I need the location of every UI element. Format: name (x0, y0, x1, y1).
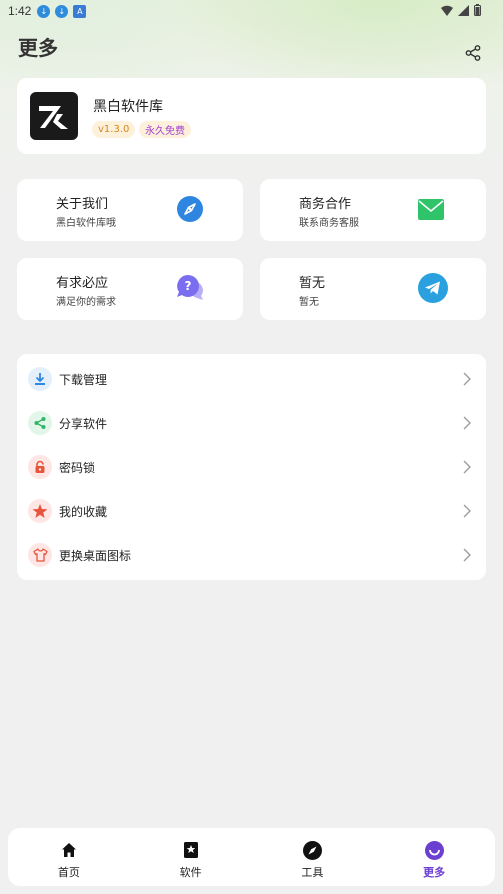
star-icon (28, 499, 52, 523)
tile-subtitle: 暂无 (299, 297, 319, 308)
tile-subtitle: 黑白软件库哦 (56, 218, 116, 229)
shirt-icon (28, 543, 52, 567)
svg-text:?: ? (185, 279, 192, 293)
chevron-right-icon (463, 416, 471, 430)
tile-title: 有求必应 (56, 276, 109, 291)
tab-more[interactable]: 更多 (373, 828, 495, 886)
app-profile-card[interactable]: 黑白软件库 v1.3.0 永久免费 (17, 78, 486, 154)
mail-icon (418, 199, 444, 220)
wifi-icon (441, 5, 453, 16)
chevron-right-icon (463, 548, 471, 562)
share-button[interactable] (459, 39, 487, 67)
notification-icon: A (73, 4, 87, 18)
smile-icon (424, 840, 444, 860)
menu-item-label: 更换桌面图标 (59, 548, 132, 563)
tab-label: 首页 (57, 866, 80, 879)
tile-title: 关于我们 (56, 197, 109, 212)
telegram-icon (418, 273, 448, 303)
tab-label: 更多 (423, 866, 446, 879)
chevron-right-icon (463, 372, 471, 386)
question-chat-icon: ? (177, 275, 203, 300)
bookmark-star-icon (181, 840, 201, 860)
menu-list: 下载管理 分享软件 密码锁 我的收藏 更换桌面图标 (17, 354, 486, 580)
menu-item-label: 密码锁 (59, 460, 96, 475)
compass-icon (302, 840, 322, 860)
download-icon (28, 367, 52, 391)
app-logo (30, 92, 78, 140)
notification-icon: ↓ (37, 4, 51, 18)
tab-software[interactable]: 软件 (130, 828, 252, 886)
tile-none[interactable]: 暂无 暂无 (260, 258, 486, 320)
chevron-right-icon (463, 504, 471, 518)
bottom-tab-bar: 首页 软件 工具 更多 (8, 828, 495, 886)
version-badge: v1.3.0 (92, 121, 136, 138)
app-name: 黑白软件库 (93, 99, 163, 115)
status-bar: 1:42 ↓ ↓ A (0, 0, 503, 22)
status-indicators (441, 4, 481, 16)
tab-tools[interactable]: 工具 (252, 828, 374, 886)
chevron-right-icon (463, 460, 471, 474)
notification-icon: ↓ (55, 4, 69, 18)
menu-item-favorites[interactable]: 我的收藏 (17, 489, 486, 533)
status-time: 1:42 (8, 4, 32, 18)
tile-title: 商务合作 (299, 197, 352, 212)
share-icon (465, 45, 481, 61)
tab-label: 工具 (301, 866, 324, 879)
menu-item-downloads[interactable]: 下载管理 (17, 357, 486, 401)
menu-item-label: 分享软件 (59, 416, 108, 431)
compass-icon (177, 196, 203, 222)
menu-item-label: 我的收藏 (59, 504, 108, 519)
tile-subtitle: 联系商务客服 (299, 218, 359, 229)
tile-business[interactable]: 商务合作 联系商务客服 (260, 179, 486, 241)
menu-item-label: 下载管理 (59, 372, 108, 387)
tab-label: 软件 (179, 866, 202, 879)
battery-icon (474, 4, 481, 16)
tile-requests[interactable]: 有求必应 满足你的需求 ? (17, 258, 243, 320)
menu-item-change-icon[interactable]: 更换桌面图标 (17, 533, 486, 577)
lock-icon (28, 455, 52, 479)
tile-title: 暂无 (299, 276, 326, 291)
menu-item-password-lock[interactable]: 密码锁 (17, 445, 486, 489)
tile-about-us[interactable]: 关于我们 黑白软件库哦 (17, 179, 243, 241)
signal-icon (458, 4, 469, 16)
tile-subtitle: 满足你的需求 (56, 297, 116, 308)
license-badge: 永久免费 (139, 121, 191, 138)
page-header: 更多 (18, 28, 485, 64)
home-icon (59, 840, 79, 860)
share-icon (28, 411, 52, 435)
page-title: 更多 (18, 35, 58, 60)
menu-item-share-software[interactable]: 分享软件 (17, 401, 486, 445)
tab-home[interactable]: 首页 (8, 828, 130, 886)
